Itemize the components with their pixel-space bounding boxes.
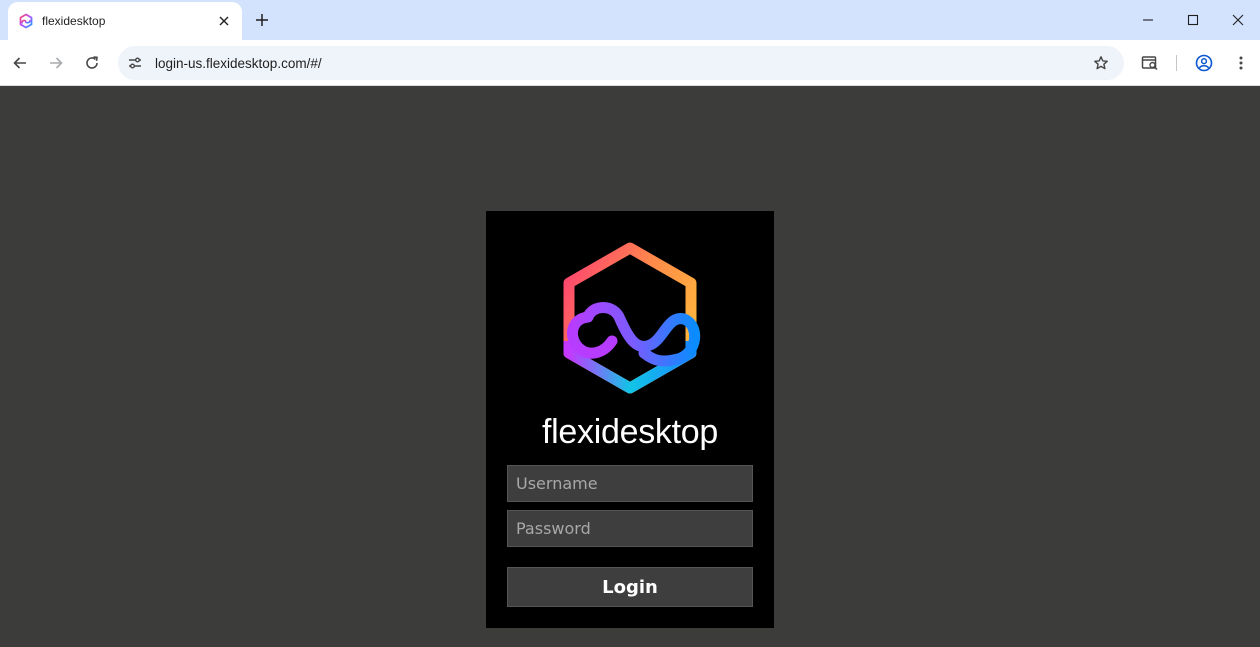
- url-text: login-us.flexidesktop.com/#/: [155, 55, 322, 71]
- toolbar-separator: [1176, 55, 1177, 71]
- site-settings-icon[interactable]: [118, 46, 152, 80]
- forward-arrow-icon[interactable]: [41, 48, 71, 78]
- tab-close-icon[interactable]: [216, 13, 232, 29]
- menu-kebab-icon[interactable]: [1226, 48, 1256, 78]
- bookmark-star-icon[interactable]: [1086, 48, 1116, 78]
- search-tabs-icon[interactable]: [1135, 48, 1165, 78]
- flexidesktop-favicon-icon: [18, 13, 34, 29]
- tab-title: flexidesktop: [42, 14, 106, 28]
- login-card: flexidesktop Login: [486, 211, 774, 628]
- browser-toolbar: login-us.flexidesktop.com/#/: [0, 40, 1260, 86]
- flexidesktop-logo-icon: [558, 241, 702, 395]
- password-input[interactable]: [507, 510, 753, 547]
- brand-name: flexidesktop: [542, 413, 718, 451]
- reload-icon[interactable]: [77, 48, 107, 78]
- browser-tab[interactable]: flexidesktop: [8, 2, 242, 40]
- login-button[interactable]: Login: [507, 567, 753, 607]
- maximize-icon[interactable]: [1171, 0, 1215, 40]
- profile-icon[interactable]: [1189, 48, 1219, 78]
- tab-strip: flexidesktop: [0, 0, 1260, 40]
- close-window-icon[interactable]: [1216, 0, 1260, 40]
- minimize-icon[interactable]: [1126, 0, 1170, 40]
- address-bar[interactable]: login-us.flexidesktop.com/#/: [118, 46, 1124, 80]
- username-input[interactable]: [507, 465, 753, 502]
- new-tab-icon[interactable]: [250, 8, 274, 32]
- back-arrow-icon[interactable]: [5, 48, 35, 78]
